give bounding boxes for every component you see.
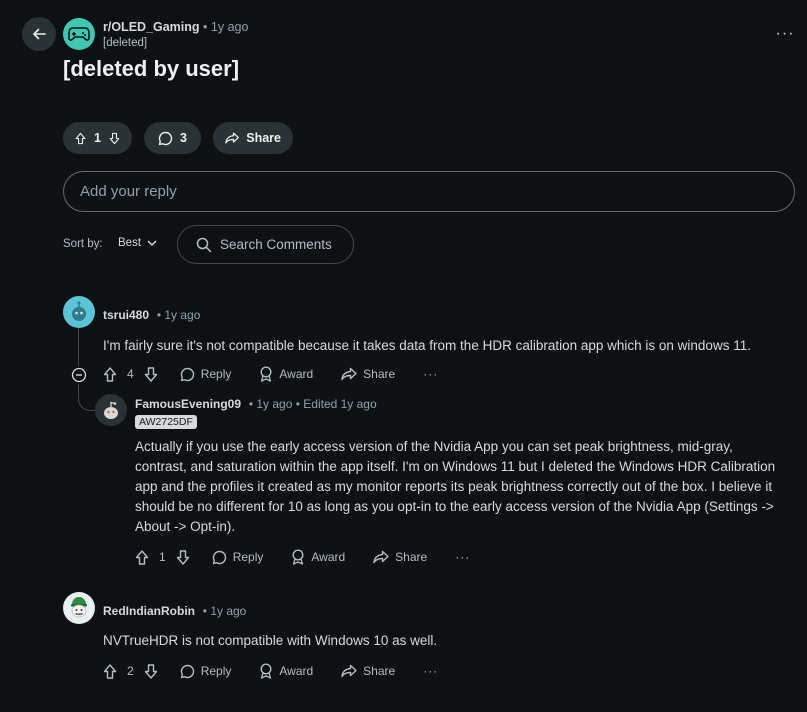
- downvote-icon[interactable]: [144, 366, 158, 382]
- chevron-down-icon: [147, 240, 157, 246]
- more-options-button[interactable]: ···: [770, 24, 800, 44]
- more-options-button[interactable]: ···: [455, 550, 470, 564]
- thread-branch[interactable]: [78, 382, 97, 411]
- comment-author[interactable]: FamousEvening09: [135, 397, 241, 411]
- comment-actions: 2 Reply Award Share ···: [103, 662, 438, 680]
- post-age: 1y ago: [210, 20, 249, 34]
- avatar[interactable]: [63, 296, 95, 328]
- post-title: [deleted by user]: [63, 56, 240, 81]
- comment-vote: 4: [103, 366, 158, 382]
- share-icon: [373, 550, 389, 564]
- reply-label: Reply: [232, 550, 264, 564]
- comment-author[interactable]: RedIndianRobin: [103, 604, 195, 618]
- thread-line[interactable]: [78, 328, 79, 366]
- award-button[interactable]: Award: [291, 549, 345, 565]
- comment-author[interactable]: tsrui480: [103, 308, 149, 322]
- reply-label: Reply: [200, 664, 232, 678]
- downvote-icon[interactable]: [144, 663, 158, 679]
- vote-count: 1: [94, 131, 101, 145]
- comment-body: NVTrueHDR is not compatible with Windows…: [103, 633, 438, 648]
- upvote-icon[interactable]: [135, 549, 149, 565]
- comment-actions: 4 Reply Award Share ···: [103, 365, 438, 383]
- search-comments-input[interactable]: Search Comments: [177, 225, 354, 264]
- sort-value: Best: [118, 237, 142, 249]
- comment-icon: [180, 367, 194, 381]
- comment-header: tsrui480 • 1y ago: [103, 308, 201, 322]
- share-button[interactable]: Share: [341, 367, 395, 381]
- award-label: Award: [279, 664, 314, 678]
- comment-edited: Edited 1y ago: [303, 397, 377, 411]
- vote-count: 1: [159, 550, 166, 564]
- upvote-icon[interactable]: [75, 131, 86, 146]
- upvote-icon[interactable]: [103, 366, 117, 382]
- snoo-avatar-icon: [71, 597, 87, 618]
- vote-pill: 1: [63, 122, 132, 154]
- share-icon: [225, 132, 239, 144]
- award-icon: [260, 663, 272, 679]
- reply-button[interactable]: Reply: [180, 664, 232, 679]
- share-label: Share: [363, 664, 396, 678]
- award-button[interactable]: Award: [259, 366, 313, 382]
- comments-button[interactable]: 3: [144, 122, 201, 154]
- search-placeholder: Search Comments: [220, 237, 332, 252]
- comment-icon: [212, 550, 226, 564]
- vote-count: 2: [127, 664, 134, 678]
- back-button[interactable]: [22, 17, 56, 51]
- share-button[interactable]: Share: [373, 550, 427, 564]
- comment-icon: [180, 664, 194, 678]
- subreddit-header: r/OLED_Gaming • 1y ago: [103, 20, 249, 34]
- reply-placeholder: Add your reply: [80, 183, 177, 200]
- share-label: Share: [395, 550, 428, 564]
- comment-age: 1y ago: [210, 604, 247, 618]
- downvote-icon[interactable]: [109, 131, 120, 146]
- downvote-icon[interactable]: [176, 549, 190, 565]
- gamepad-icon: [68, 27, 90, 41]
- share-button[interactable]: Share: [341, 664, 395, 678]
- subreddit-link[interactable]: r/OLED_Gaming: [103, 20, 200, 34]
- user-flair-container: AW2725DF: [135, 412, 197, 430]
- share-icon: [341, 367, 357, 381]
- sort-label: Sort by:: [63, 238, 103, 250]
- collapse-icon: [71, 367, 87, 383]
- comment-header: FamousEvening09 • 1y ago • Edited 1y ago: [135, 397, 377, 411]
- reply-button[interactable]: Reply: [180, 367, 232, 382]
- snoo-avatar-icon: [72, 301, 86, 321]
- comment-header: RedIndianRobin • 1y ago: [103, 604, 247, 618]
- post-author[interactable]: [deleted]: [103, 37, 147, 49]
- share-button[interactable]: Share: [213, 122, 293, 154]
- sort-dropdown[interactable]: Best: [118, 237, 157, 249]
- reply-button[interactable]: Reply: [212, 550, 264, 565]
- share-icon: [341, 664, 357, 678]
- comment-actions: 1 Reply Award Share ···: [135, 548, 470, 566]
- comment-vote: 1: [135, 549, 190, 565]
- comment-body: Actually if you use the early access ver…: [135, 439, 776, 534]
- comment-age: 1y ago: [256, 397, 293, 411]
- reply-label: Reply: [200, 367, 232, 381]
- avatar[interactable]: [63, 592, 95, 624]
- share-label: Share: [363, 367, 396, 381]
- award-label: Award: [279, 367, 314, 381]
- reply-input[interactable]: Add your reply: [63, 171, 795, 212]
- award-icon: [260, 366, 272, 382]
- collapse-thread-button[interactable]: [70, 366, 88, 384]
- user-flair: AW2725DF: [135, 415, 197, 429]
- award-icon: [292, 549, 304, 565]
- upvote-icon[interactable]: [103, 663, 117, 679]
- arrow-left-icon: [33, 28, 46, 40]
- comment-vote: 2: [103, 663, 158, 679]
- more-options-button[interactable]: ···: [423, 664, 438, 678]
- avatar[interactable]: [95, 394, 127, 426]
- award-button[interactable]: Award: [259, 663, 313, 679]
- comment-count: 3: [180, 131, 187, 145]
- subreddit-icon[interactable]: [63, 18, 95, 50]
- share-label: Share: [246, 131, 281, 145]
- search-icon: [196, 237, 212, 252]
- comment-icon: [158, 131, 173, 145]
- comment-age: 1y ago: [164, 308, 201, 322]
- snoo-avatar-icon: [104, 401, 118, 419]
- vote-count: 4: [127, 367, 134, 381]
- more-options-button[interactable]: ···: [423, 367, 438, 381]
- award-label: Award: [311, 550, 346, 564]
- comment-body: I'm fairly sure it's not compatible beca…: [103, 338, 751, 353]
